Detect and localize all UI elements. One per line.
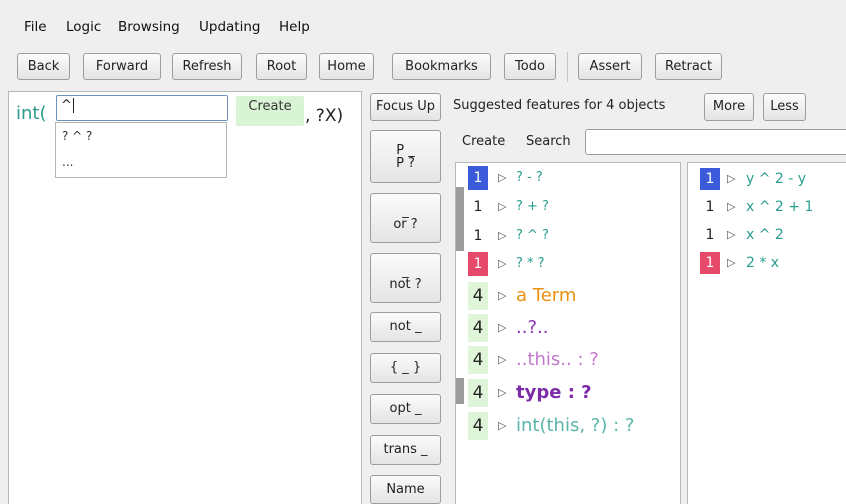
or-button[interactable]: _ or ? — [370, 193, 441, 243]
bookmarks-button[interactable]: Bookmarks — [392, 53, 491, 80]
toolbar-separator — [567, 52, 568, 82]
name-button[interactable]: Name — [370, 475, 441, 504]
feature-count: 1 — [468, 252, 488, 276]
expand-triangle-icon[interactable]: ▷ — [498, 346, 506, 374]
and-button-bottom: P ? — [396, 155, 415, 171]
menu-bar: File Logic Browsing Updating Help — [0, 0, 846, 46]
completion-dropdown: ? ^ ? ... — [55, 122, 227, 178]
less-button[interactable]: Less — [763, 93, 806, 121]
completion-option[interactable]: ... — [62, 155, 73, 169]
feature-item[interactable]: 4 ▷ int(this, ?) : ? — [456, 412, 680, 440]
query-input-value: ^ — [61, 98, 72, 113]
or-button-bottom: or ? — [393, 217, 418, 232]
feature-label: ? + ? — [516, 199, 549, 214]
feature-count: 4 — [468, 379, 488, 407]
assert-button[interactable]: Assert — [578, 53, 642, 80]
completion-option[interactable]: ? ^ ? — [62, 129, 92, 143]
braces-button[interactable]: { _ } — [370, 353, 441, 383]
feature-count: 4 — [468, 412, 488, 440]
suggested-prefix: Suggested features for — [453, 98, 602, 113]
menu-help[interactable]: Help — [279, 19, 310, 35]
query-input[interactable]: ^​ — [56, 95, 228, 121]
suggested-features-caption: Suggested features for 4 objects — [453, 98, 665, 113]
feature-item[interactable]: 4 ▷ type : ? — [456, 379, 680, 407]
expand-triangle-icon[interactable]: ▷ — [498, 166, 506, 190]
feature-item[interactable]: 1 ▷ ? - ? — [456, 166, 680, 190]
tab-search[interactable]: Search — [526, 134, 571, 149]
object-count: 1 — [700, 252, 720, 274]
menu-logic[interactable]: Logic — [66, 19, 101, 35]
object-label: x ^ 2 — [746, 227, 784, 243]
feature-item[interactable]: 1 ▷ ? ^ ? — [456, 224, 680, 248]
not-button-bottom: not ? — [389, 277, 422, 292]
feature-label: a Term — [516, 285, 577, 306]
object-count: 1 — [700, 224, 720, 246]
trans-button[interactable]: trans _ — [370, 435, 441, 465]
expand-triangle-icon[interactable]: ▷ — [727, 252, 735, 274]
feature-count: 1 — [468, 166, 488, 190]
feature-label: ? * ? — [516, 256, 545, 271]
feature-count: 1 — [468, 224, 488, 248]
feature-label: ? - ? — [516, 170, 543, 185]
object-count: 4 — [606, 98, 615, 113]
back-button[interactable]: Back — [17, 53, 70, 80]
feature-label: ..this.. : ? — [516, 349, 599, 370]
home-button[interactable]: Home — [319, 53, 374, 80]
feature-label: type : ? — [516, 382, 592, 403]
expand-triangle-icon[interactable]: ▷ — [498, 224, 506, 248]
object-count: 1 — [700, 168, 720, 190]
focus-up-button[interactable]: Focus Up — [370, 93, 441, 121]
feature-count: 4 — [468, 346, 488, 374]
feature-item[interactable]: 4 ▷ a Term — [456, 282, 680, 310]
feature-label: ? ^ ? — [516, 228, 549, 243]
todo-button[interactable]: Todo — [504, 53, 556, 80]
and-button-top: P _ — [396, 142, 415, 158]
expand-triangle-icon[interactable]: ▷ — [498, 379, 506, 407]
expand-triangle-icon[interactable]: ▷ — [498, 412, 506, 440]
expand-triangle-icon[interactable]: ▷ — [727, 224, 735, 246]
text-cursor: ​ — [72, 98, 74, 113]
create-term-button[interactable]: Create — [236, 96, 304, 126]
more-button[interactable]: More — [704, 93, 754, 121]
expand-triangle-icon[interactable]: ▷ — [498, 195, 506, 219]
tab-create[interactable]: Create — [462, 134, 505, 149]
and-button[interactable]: P _ P ? — [370, 130, 441, 183]
expand-triangle-icon[interactable]: ▷ — [498, 252, 506, 276]
search-input[interactable] — [585, 129, 846, 155]
refresh-button[interactable]: Refresh — [172, 53, 242, 80]
menu-updating[interactable]: Updating — [199, 19, 260, 35]
object-label: x ^ 2 + 1 — [746, 199, 814, 215]
suggested-suffix: objects — [618, 98, 666, 113]
expand-triangle-icon[interactable]: ▷ — [498, 282, 506, 310]
feature-label: ..?.. — [516, 317, 549, 338]
feature-count: 4 — [468, 314, 488, 342]
forward-button[interactable]: Forward — [83, 53, 161, 80]
object-label: y ^ 2 - y — [746, 171, 807, 187]
expand-triangle-icon[interactable]: ▷ — [498, 314, 506, 342]
feature-count: 4 — [468, 282, 488, 310]
retract-button[interactable]: Retract — [655, 53, 722, 80]
query-suffix[interactable]: , ?X) — [305, 106, 343, 126]
expand-triangle-icon[interactable]: ▷ — [727, 196, 735, 218]
feature-label: int(this, ?) : ? — [516, 415, 635, 436]
feature-item[interactable]: 1 ▷ ? + ? — [456, 195, 680, 219]
feature-item[interactable]: 4 ▷..?.. — [456, 314, 680, 342]
query-prefix[interactable]: int( — [16, 103, 47, 124]
not-query-button[interactable]: _ not ? — [370, 253, 441, 303]
opt-button[interactable]: opt _ — [370, 394, 441, 424]
object-label: 2 * x — [746, 255, 780, 271]
feature-count: 1 — [468, 195, 488, 219]
not-button[interactable]: not _ — [370, 312, 441, 342]
menu-file[interactable]: File — [24, 19, 47, 35]
menu-browsing[interactable]: Browsing — [118, 19, 180, 35]
object-count: 1 — [700, 196, 720, 218]
root-button[interactable]: Root — [256, 53, 307, 80]
expand-triangle-icon[interactable]: ▷ — [727, 168, 735, 190]
feature-item[interactable]: 1 ▷ ? * ? — [456, 252, 680, 276]
feature-item[interactable]: 4 ▷ ..this.. : ? — [456, 346, 680, 374]
